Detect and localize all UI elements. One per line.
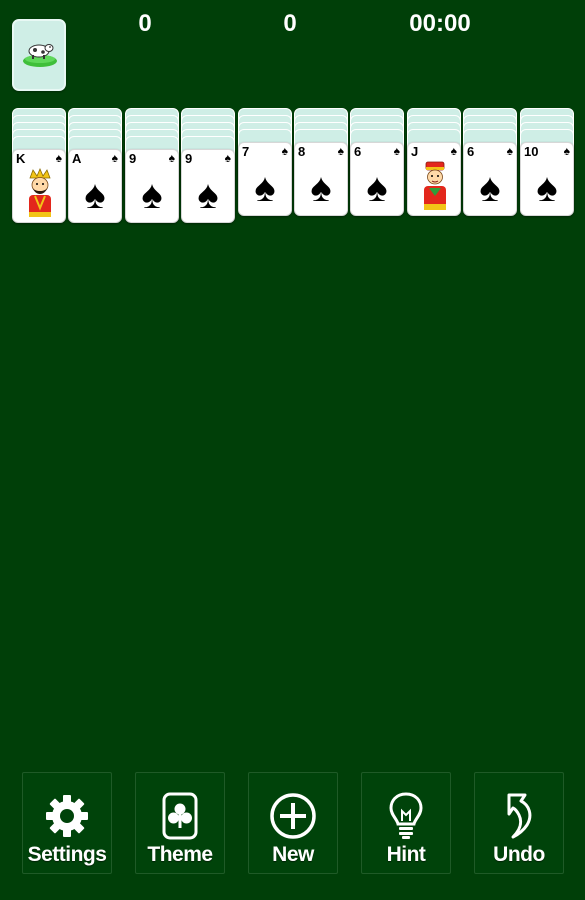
spade-pip-icon: ♠ [254,166,276,210]
spade-pip-icon: ♠ [366,166,388,210]
spade-icon: ♠ [337,144,344,158]
face-up-card[interactable]: 6 ♠ ♠ [350,142,404,216]
spade-pip-icon: ♠ [141,173,163,217]
game-table: 0 0 00:00 K ♠ A ♠ ♠ 9 ♠ ♠ 9 ♠ ♠ 7 ♠ ♠ 8 ♠ ♠ 6 ♠ ♠ J ♠ 6 ♠ ♠ 10 ♠ ♠ [0,0,585,900]
undo-arrow-icon [507,793,532,839]
new-game-button[interactable]: New [248,772,338,874]
card-rank: 8 [298,144,306,159]
theme-button[interactable]: Theme [135,772,225,874]
face-up-card[interactable]: 10 ♠ ♠ [520,142,574,216]
card-rank: 6 [354,144,362,159]
spade-icon: ♠ [168,151,175,165]
spade-icon: ♠ [111,151,118,165]
spade-pip-icon: ♠ [310,166,332,210]
moves-counter: 0 [283,10,297,37]
undo-button[interactable]: Undo [474,772,564,874]
jack-figure-icon [424,161,446,210]
card-rank: 9 [129,151,137,166]
face-up-card[interactable]: 8 ♠ ♠ [294,142,348,216]
theme-label: Theme [147,843,213,866]
spade-icon: ♠ [224,151,231,165]
spade-pip-icon: ♠ [479,166,501,210]
card-rank: 6 [467,144,475,159]
face-up-card[interactable]: 6 ♠ ♠ [463,142,517,216]
hint-label: Hint [386,843,426,866]
lightbulb-icon [389,792,423,839]
spade-icon: ♠ [450,144,457,158]
face-up-card[interactable]: J ♠ [407,142,461,216]
card-rank: 10 [524,144,539,159]
spade-pip-icon: ♠ [197,173,219,217]
spade-pip-icon: ♠ [536,166,558,210]
spade-pip-icon: ♠ [84,173,106,217]
face-up-card[interactable]: A ♠ ♠ [68,149,122,223]
face-up-card[interactable]: 7 ♠ ♠ [238,142,292,216]
king-figure-icon [29,168,51,217]
card-rank: A [72,151,82,166]
spade-icon: ♠ [563,144,570,158]
stock-pile[interactable] [12,19,66,91]
plus-circle-icon [270,793,316,839]
settings-button[interactable]: Settings [22,772,112,874]
card-rank: 9 [185,151,193,166]
face-up-card[interactable]: K ♠ [12,149,66,223]
new-label: New [272,843,314,866]
undo-label: Undo [493,843,545,866]
spade-icon: ♠ [506,144,513,158]
score-counter: 0 [138,10,152,37]
cow-on-grass-icon [23,44,57,67]
face-up-card[interactable]: 9 ♠ ♠ [125,149,179,223]
hint-button[interactable]: Hint [361,772,451,874]
card-rank: K [16,151,26,166]
spade-icon: ♠ [55,151,62,165]
timer: 00:00 [409,10,471,37]
face-up-card[interactable]: 9 ♠ ♠ [181,149,235,223]
card-rank: 7 [242,144,250,159]
settings-label: Settings [27,843,107,866]
spade-icon: ♠ [393,144,400,158]
gear-icon [46,795,88,837]
spade-icon: ♠ [281,144,288,158]
card-rank: J [411,144,419,159]
club-card-icon [162,792,198,840]
